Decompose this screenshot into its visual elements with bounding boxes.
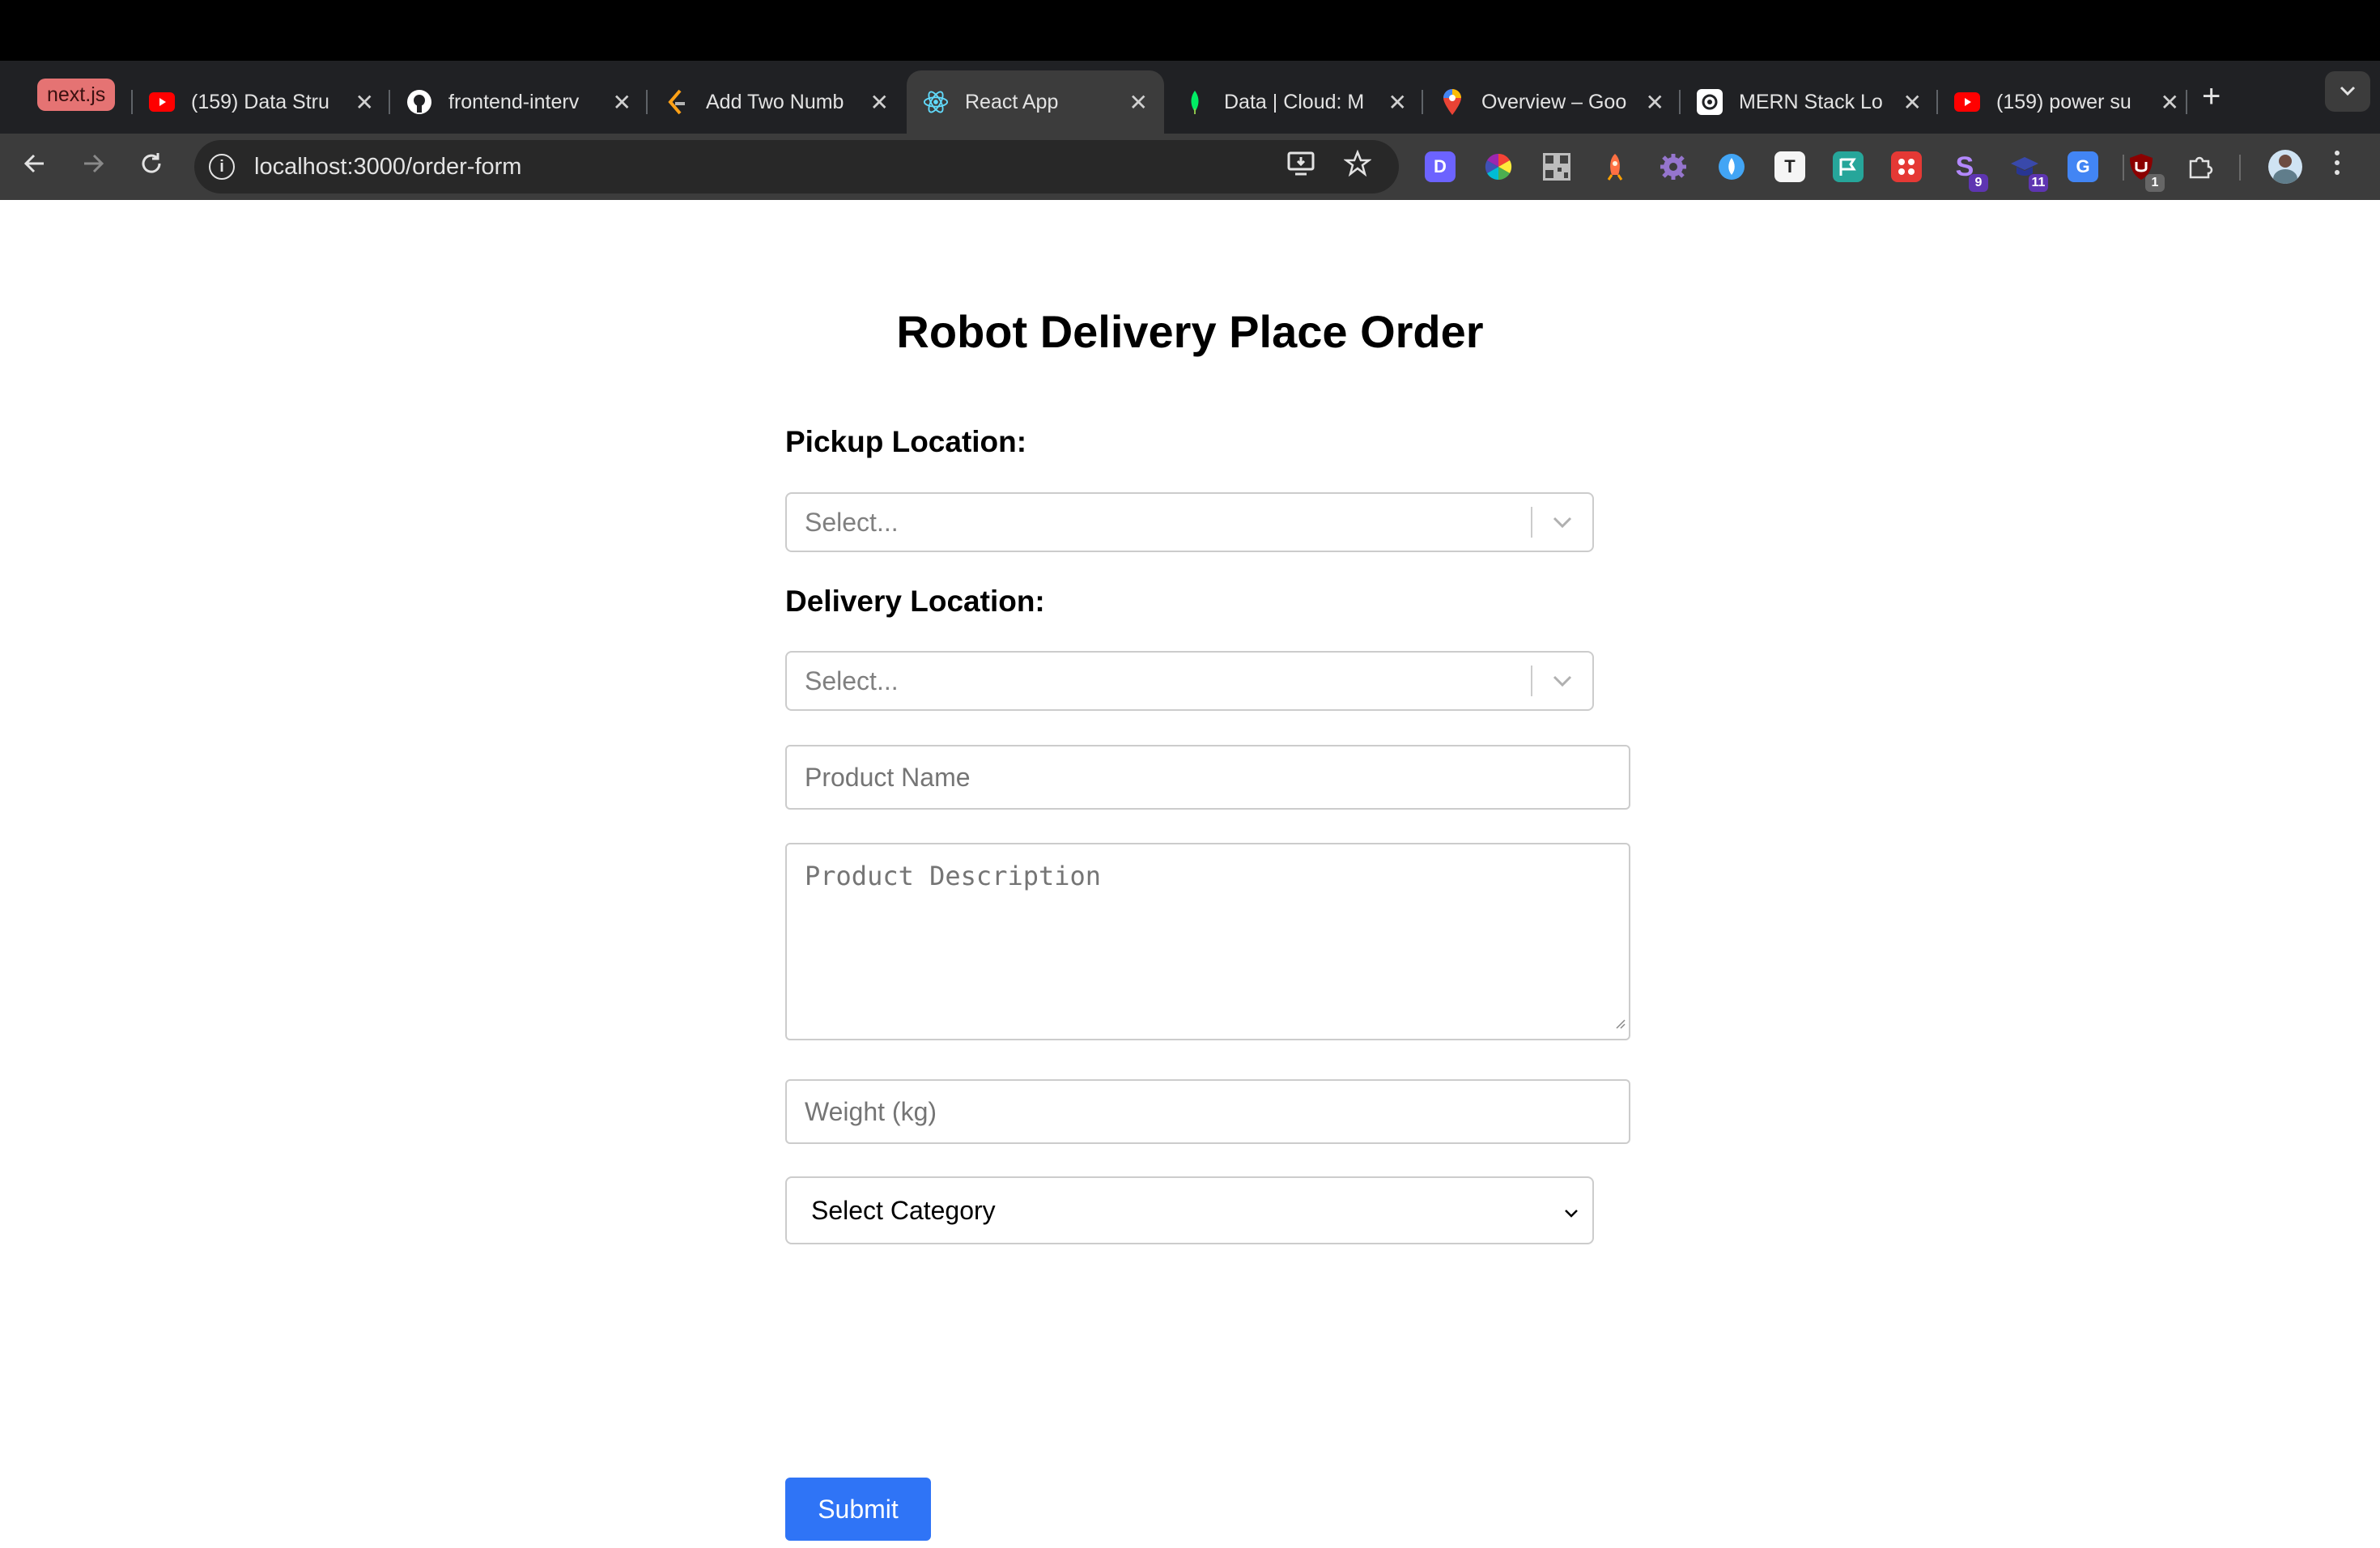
toolbar-separator (2123, 155, 2124, 181)
extension-badge: 11 (2029, 174, 2048, 192)
flag-extension-icon[interactable] (1833, 151, 1864, 182)
pickup-location-select[interactable]: Select... (785, 492, 1594, 552)
tab-leetcode[interactable]: Add Two Numb ✕ (648, 70, 905, 134)
arrow-right-icon (84, 154, 104, 173)
tab-title: (159) Data Stru (191, 90, 329, 113)
delivery-location-placeholder: Select... (805, 666, 899, 695)
color-wheel-icon[interactable] (1483, 151, 1514, 182)
forward-button[interactable] (79, 150, 107, 184)
delivery-location-label: Delivery Location: (785, 585, 1045, 618)
close-icon[interactable]: ✕ (1388, 89, 1407, 116)
tab-title: (159) power su (1996, 90, 2131, 113)
tab-search-button[interactable] (2325, 71, 2370, 112)
grid-extension-icon[interactable] (1891, 151, 1922, 182)
product-description-placeholder: Product Description (805, 861, 1102, 891)
submit-button[interactable]: Submit (785, 1478, 931, 1541)
tab-title: Overview – Goo (1481, 90, 1627, 113)
url-text[interactable]: localhost:3000/order-form (254, 154, 1287, 181)
leetcode-icon (664, 89, 690, 115)
puzzle-extensions-icon[interactable] (2184, 151, 2215, 182)
tab-chatgpt[interactable]: MERN Stack Lo ✕ (1681, 70, 1938, 134)
chevron-down-icon (1563, 1196, 1579, 1226)
category-select[interactable]: Select Category (785, 1176, 1594, 1244)
site-info-icon[interactable]: i (209, 154, 235, 180)
graduation-cap-icon[interactable]: 11 (2009, 151, 2048, 192)
github-icon (406, 89, 432, 115)
screen-top-bar (0, 0, 2380, 61)
google-maps-icon (1439, 89, 1465, 115)
s-extension-icon[interactable]: S 9 (1949, 151, 1988, 192)
tab-separator (2186, 90, 2187, 114)
toolbar-separator (2239, 155, 2241, 181)
product-name-input[interactable]: Product Name (785, 745, 1630, 810)
ublock-icon[interactable]: 1 (2126, 151, 2165, 192)
gear-extension-icon[interactable] (1658, 151, 1689, 182)
browser-toolbar: i localhost:3000/order-form D T S 9 11 G (0, 134, 2380, 200)
new-tab-button[interactable]: + (2202, 79, 2221, 114)
install-app-icon[interactable] (1287, 151, 1316, 184)
reload-icon (142, 153, 161, 173)
weight-input[interactable]: Weight (kg) (785, 1079, 1630, 1144)
qr-code-icon[interactable] (1541, 151, 1572, 182)
product-description-textarea[interactable]: Product Description (785, 843, 1630, 1040)
google-translate-icon[interactable]: G (2068, 151, 2098, 182)
reload-button[interactable] (138, 150, 165, 184)
extension-badge: 1 (2145, 174, 2165, 192)
profile-avatar[interactable] (2268, 150, 2302, 184)
tab-react-app[interactable]: React App ✕ (907, 70, 1164, 134)
tab-title: frontend-interv (448, 90, 580, 113)
tab-github[interactable]: frontend-interv ✕ (390, 70, 648, 134)
browser-menu-icon[interactable] (2333, 148, 2341, 185)
product-name-placeholder: Product Name (805, 762, 971, 792)
bookmark-star-icon[interactable] (1343, 149, 1372, 185)
pickup-location-placeholder: Select... (805, 507, 899, 537)
tab-title: MERN Stack Lo (1739, 90, 1883, 113)
tab-title: Data | Cloud: M (1224, 90, 1365, 113)
category-selected-value: Select Category (811, 1195, 996, 1225)
tab-group-label[interactable]: next.js (37, 79, 116, 111)
close-icon[interactable]: ✕ (2161, 89, 2179, 116)
droplet-extension-icon[interactable] (1716, 151, 1747, 182)
chevron-down-icon (2338, 80, 2357, 103)
address-bar[interactable]: i localhost:3000/order-form (194, 140, 1399, 194)
tab-youtube-data-structures[interactable]: (159) Data Stru ✕ (133, 70, 390, 134)
tab-mongodb[interactable]: Data | Cloud: M ✕ (1166, 70, 1423, 134)
chevron-down-icon[interactable] (1532, 674, 1592, 687)
close-icon[interactable]: ✕ (1129, 89, 1148, 116)
close-icon[interactable]: ✕ (355, 89, 374, 116)
pickup-location-label: Pickup Location: (785, 425, 1027, 458)
youtube-icon (149, 89, 175, 115)
tab-title: Add Two Numb (706, 90, 844, 113)
d-extension-icon[interactable]: D (1425, 151, 1456, 182)
youtube-icon (1954, 89, 1980, 115)
extension-badge: 9 (1969, 174, 1988, 192)
close-icon[interactable]: ✕ (1646, 89, 1664, 116)
chevron-down-icon[interactable] (1532, 516, 1592, 529)
openai-icon (1697, 89, 1723, 115)
mongodb-icon (1182, 89, 1208, 115)
weight-placeholder: Weight (kg) (805, 1096, 937, 1126)
back-button[interactable] (21, 150, 49, 184)
rocket-icon[interactable] (1600, 151, 1630, 182)
close-icon[interactable]: ✕ (1903, 89, 1922, 116)
resize-handle-icon[interactable] (1613, 1005, 1626, 1036)
close-icon[interactable]: ✕ (613, 89, 631, 116)
react-icon (923, 89, 949, 115)
tab-youtube-power[interactable]: (159) power su ✕ (1938, 70, 2195, 134)
tab-strip: next.js (159) Data Stru ✕ frontend-inter… (0, 61, 2380, 134)
tab-google-maps[interactable]: Overview – Goo ✕ (1423, 70, 1681, 134)
page-title: Robot Delivery Place Order (896, 306, 1484, 357)
close-icon[interactable]: ✕ (870, 89, 889, 116)
t-extension-icon[interactable]: T (1774, 151, 1805, 182)
arrow-left-icon (23, 154, 44, 173)
delivery-location-select[interactable]: Select... (785, 651, 1594, 711)
tab-title: React App (965, 90, 1059, 113)
